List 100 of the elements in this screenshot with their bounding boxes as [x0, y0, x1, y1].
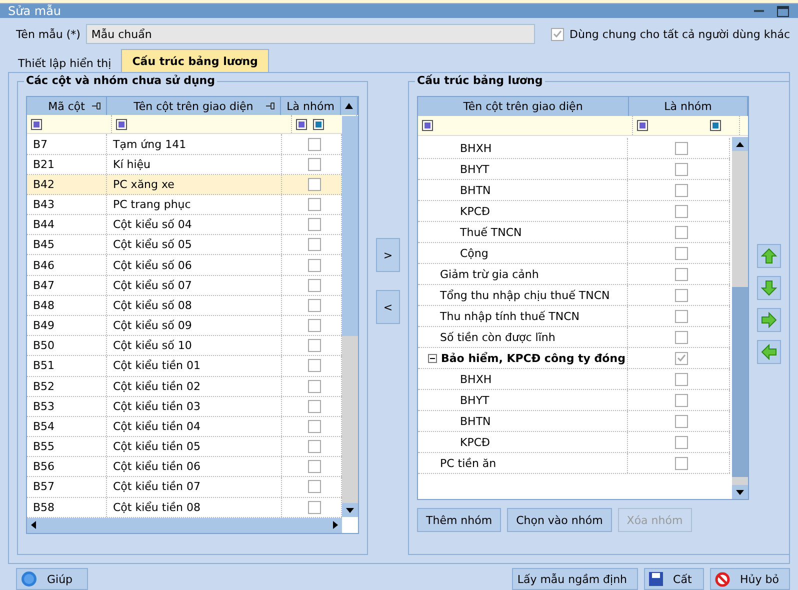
arrow-button[interactable]: [757, 308, 781, 332]
filter-icon[interactable]: [710, 120, 721, 131]
scroll-bar[interactable]: [732, 137, 748, 499]
table-row[interactable]: B44 Cột kiểu số 04: [27, 215, 342, 236]
help-button[interactable]: Giúp: [16, 568, 88, 590]
collapse-icon[interactable]: [428, 354, 437, 362]
tree-row[interactable]: Bảo hiểm, KPCĐ công ty đóng: [418, 348, 730, 369]
checkbox[interactable]: [308, 339, 321, 352]
table-row[interactable]: B21 Kí hiệu: [27, 154, 342, 175]
group-button[interactable]: Chọn vào nhóm: [507, 508, 612, 532]
filter-icon[interactable]: [637, 120, 648, 131]
checkbox[interactable]: [675, 436, 688, 448]
checkbox[interactable]: [675, 352, 688, 364]
checkbox[interactable]: [675, 372, 688, 386]
table-row[interactable]: B55 Cột kiểu tiền 05: [27, 437, 342, 458]
checkbox[interactable]: [675, 394, 688, 406]
checkbox[interactable]: [675, 142, 688, 154]
table-row[interactable]: B51 Cột kiểu tiền 01: [27, 356, 342, 376]
checkbox[interactable]: [308, 319, 321, 332]
tree-row[interactable]: Thu nhập tính thuế TNCN: [418, 306, 730, 327]
checkbox[interactable]: [675, 330, 688, 344]
default-template-button[interactable]: Lấy mẫu ngầm định: [512, 568, 638, 590]
checkbox[interactable]: [550, 28, 564, 40]
tree-row[interactable]: Thuế TNCN: [418, 222, 730, 243]
table-row[interactable]: B46 Cột kiểu số 06: [27, 255, 342, 276]
table-row[interactable]: B52 Cột kiểu tiền 02: [27, 376, 342, 397]
filter-icon[interactable]: [31, 118, 42, 130]
checkbox[interactable]: [308, 298, 321, 312]
filter-icon[interactable]: [296, 118, 307, 130]
tree-row[interactable]: BHTN: [418, 180, 730, 201]
tree-row[interactable]: BHXH: [418, 369, 730, 390]
checkbox[interactable]: [675, 288, 688, 302]
table-row[interactable]: B53 Cột kiểu tiền 03: [27, 396, 342, 417]
checkbox[interactable]: [675, 204, 688, 218]
checkbox[interactable]: [308, 158, 321, 171]
filter-icon[interactable]: [313, 118, 324, 130]
tree-row[interactable]: BHYT: [418, 159, 730, 180]
checkbox[interactable]: [308, 178, 321, 191]
tab[interactable]: Cấu trúc bảng lương: [121, 49, 269, 72]
checkbox[interactable]: [308, 380, 321, 393]
cancel-button[interactable]: Hủy bỏ: [710, 568, 790, 590]
table-row[interactable]: B49 Cột kiểu số 09: [27, 316, 342, 336]
checkbox[interactable]: [308, 138, 321, 151]
checkbox[interactable]: [675, 414, 688, 428]
checkbox[interactable]: [308, 359, 321, 372]
checkbox[interactable]: [675, 268, 688, 280]
checkbox[interactable]: [675, 310, 688, 322]
arrow-button[interactable]: [757, 276, 781, 300]
scroll-bar[interactable]: [27, 518, 342, 534]
checkbox[interactable]: [308, 420, 321, 433]
checkbox[interactable]: [308, 198, 321, 212]
checkbox[interactable]: [675, 184, 688, 196]
maximize-icon[interactable]: [774, 4, 792, 18]
checkbox[interactable]: [675, 456, 688, 470]
filter-icon[interactable]: [116, 118, 127, 130]
group-title: Cấu trúc bảng lương: [415, 74, 545, 87]
table-row[interactable]: B43 PC trang phục: [27, 194, 342, 216]
table-row[interactable]: B58 Cột kiểu tiền 08: [27, 498, 342, 518]
group-title: Các cột và nhóm chưa sử dụng: [24, 74, 217, 87]
table-row[interactable]: B47 Cột kiểu số 07: [27, 276, 342, 296]
move-button[interactable]: >: [376, 238, 400, 272]
scroll-bar[interactable]: [342, 116, 358, 517]
checkbox[interactable]: [675, 226, 688, 238]
tree-row[interactable]: BHTN: [418, 411, 730, 432]
checkbox[interactable]: [308, 278, 321, 292]
table-row[interactable]: B45 Cột kiểu số 05: [27, 235, 342, 256]
tree-row[interactable]: BHXH: [418, 138, 730, 159]
checkbox[interactable]: [675, 162, 688, 176]
tree-row[interactable]: KPCĐ: [418, 201, 730, 222]
arrow-button[interactable]: [757, 340, 781, 364]
checkbox[interactable]: [308, 440, 321, 454]
table-row[interactable]: B48 Cột kiểu số 08: [27, 296, 342, 316]
checkbox[interactable]: [308, 480, 321, 494]
tree-row[interactable]: BHYT: [418, 390, 730, 411]
tree-row[interactable]: Tổng thu nhập chịu thuế TNCN: [418, 285, 730, 306]
arrow-button[interactable]: [757, 244, 781, 268]
checkbox[interactable]: [675, 246, 688, 260]
checkbox[interactable]: [308, 238, 321, 252]
name-field[interactable]: Mẫu chuẩn: [86, 24, 535, 44]
checkbox[interactable]: [308, 460, 321, 474]
checkbox[interactable]: [308, 500, 321, 514]
tree-row[interactable]: KPCĐ: [418, 432, 730, 453]
tab[interactable]: Thiết lập hiển thị: [8, 54, 122, 72]
checkbox[interactable]: [308, 400, 321, 413]
checkbox[interactable]: [308, 258, 321, 272]
tree-row[interactable]: Giảm trừ gia cảnh: [418, 264, 730, 285]
tree-row[interactable]: PC tiền ăn: [418, 453, 730, 474]
table-row[interactable]: B7 Tạm ứng 141: [27, 134, 342, 155]
save-button[interactable]: Cất: [644, 568, 704, 590]
table-row[interactable]: B56 Cột kiểu tiền 06: [27, 457, 342, 478]
table-row[interactable]: B50 Cột kiểu số 10: [27, 336, 342, 356]
tree-row[interactable]: Số tiền còn được lĩnh: [418, 327, 730, 348]
filter-icon[interactable]: [422, 120, 433, 131]
table-row[interactable]: B57 Cột kiểu tiền 07: [27, 477, 342, 498]
tree-row[interactable]: Cộng: [418, 243, 730, 264]
table-row[interactable]: B42 PC xăng xe: [27, 174, 342, 195]
group-button[interactable]: Thêm nhóm: [417, 508, 502, 532]
table-row[interactable]: B54 Cột kiểu tiền 04: [27, 416, 342, 438]
move-button[interactable]: <: [376, 290, 400, 324]
checkbox[interactable]: [308, 218, 321, 232]
